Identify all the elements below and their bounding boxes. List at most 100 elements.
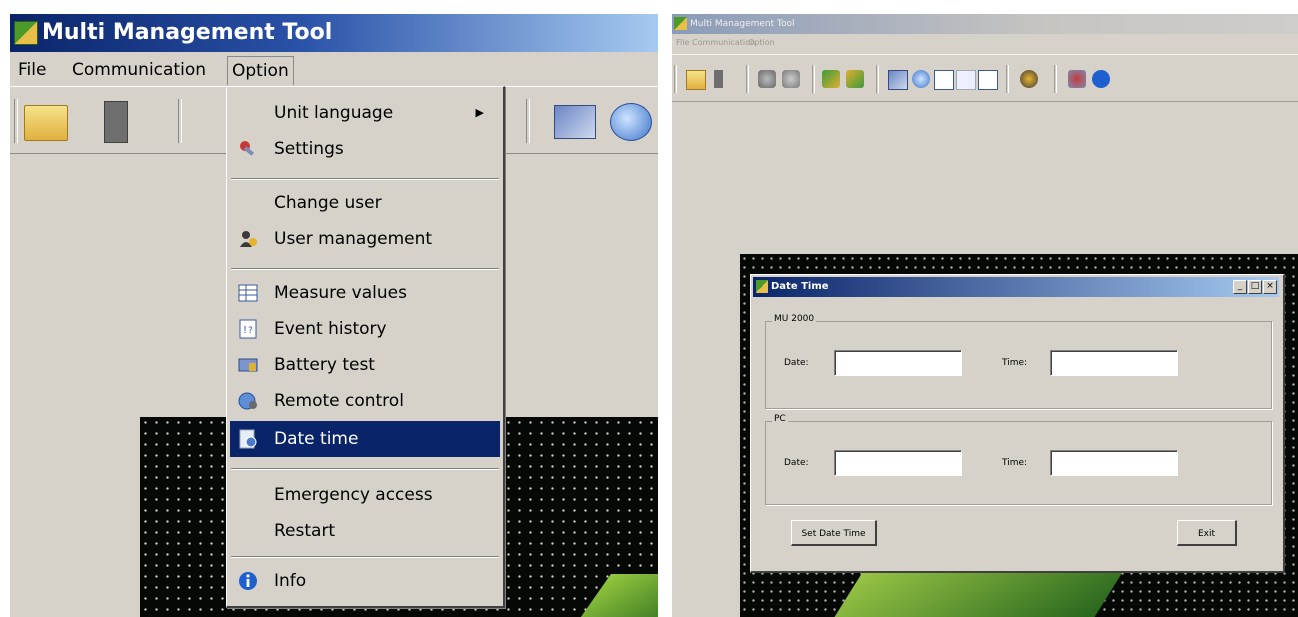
remote-control-icon[interactable]	[610, 103, 652, 141]
menu-item-label: Remote control	[274, 391, 404, 411]
set-date-time-button[interactable]: Set Date Time	[791, 520, 877, 546]
svg-text:?: ?	[248, 326, 253, 336]
download-icon[interactable]	[846, 70, 864, 88]
menu-separator	[231, 178, 499, 180]
battery-test-icon[interactable]	[554, 105, 596, 139]
app-icon	[674, 17, 687, 30]
group-label: MU 2000	[772, 314, 817, 324]
disconnect-icon[interactable]	[782, 70, 800, 88]
right-screenshot: Multi Management Tool File Communication…	[672, 14, 1298, 617]
menu-item-label: Measure values	[274, 283, 407, 303]
exit-door-icon[interactable]	[104, 101, 128, 143]
battery-test-icon	[238, 358, 258, 372]
remote-control-icon	[238, 392, 257, 410]
date-label: Date:	[784, 358, 809, 368]
group-label: PC	[772, 414, 788, 424]
event-history-icon[interactable]	[934, 70, 954, 90]
menu-item-label: Change user	[274, 193, 382, 213]
mu2000-time-field[interactable]	[1050, 350, 1178, 376]
menu-communication[interactable]: Communication	[692, 38, 755, 47]
toolbar-separator	[812, 65, 815, 93]
menu-communication[interactable]: Communication	[68, 58, 210, 82]
menu-bar: File Communication Option	[10, 52, 658, 86]
menu-separator	[231, 468, 499, 470]
menu-item-info[interactable]: Info	[230, 563, 500, 599]
menu-bar: File Communication Option	[672, 34, 1298, 52]
toolbar-separator	[746, 65, 749, 93]
date-label: Date:	[784, 458, 809, 468]
title-bar: Multi Management Tool	[10, 14, 658, 52]
measure-values-icon	[238, 284, 258, 302]
pc-time-field[interactable]	[1050, 450, 1178, 476]
window-title: Multi Management Tool	[42, 20, 333, 45]
menu-item-label: Unit language	[274, 103, 394, 123]
toolbar-separator	[1054, 65, 1057, 93]
submenu-arrow-icon: ▶	[475, 106, 484, 119]
minimize-button[interactable]: _	[1233, 280, 1247, 294]
exit-button[interactable]: Exit	[1177, 520, 1237, 546]
menu-item-unit-language[interactable]: Unit language ▶	[230, 95, 500, 131]
date-time-icon[interactable]	[956, 70, 976, 90]
option-dropdown-menu: Unit language ▶ Settings Change user Use…	[226, 86, 505, 608]
event-history-icon: !?	[239, 319, 257, 339]
pc-group: PC Date: Time:	[765, 414, 1272, 505]
date-time-dialog: Date Time _ □ × MU 2000 Date: Time: PC D…	[750, 274, 1285, 573]
toolbar-separator	[526, 99, 530, 143]
menu-item-emergency-access[interactable]: Emergency access	[230, 477, 500, 513]
close-button[interactable]: ×	[1263, 280, 1277, 294]
menu-item-battery-test[interactable]: Battery test	[230, 347, 500, 383]
menu-separator	[231, 268, 499, 270]
mu2000-date-field[interactable]	[834, 350, 962, 376]
upload-icon[interactable]	[822, 70, 840, 88]
menu-item-label: Date time	[274, 429, 359, 449]
menu-item-user-management[interactable]: User management	[230, 221, 500, 257]
user-management-icon[interactable]	[1020, 70, 1038, 88]
menu-item-remote-control[interactable]: Remote control	[230, 383, 500, 419]
time-label: Time:	[1002, 358, 1028, 368]
measure-values-icon[interactable]	[978, 70, 998, 90]
menu-file[interactable]: File	[14, 58, 50, 82]
menu-item-label: Restart	[274, 521, 336, 541]
menu-item-settings[interactable]: Settings	[230, 131, 500, 167]
time-label: Time:	[1002, 458, 1028, 468]
connect-icon[interactable]	[758, 70, 776, 88]
menu-item-label: Settings	[274, 139, 344, 159]
mu2000-group: MU 2000 Date: Time:	[765, 314, 1272, 409]
open-folder-icon[interactable]	[24, 105, 68, 141]
settings-icon	[240, 141, 255, 156]
menu-option[interactable]: Option	[748, 38, 775, 47]
dialog-title-bar: Date Time _ □ ×	[753, 277, 1279, 297]
open-folder-icon[interactable]	[686, 70, 706, 90]
menu-item-label: Event history	[274, 319, 387, 339]
menu-option[interactable]: Option	[227, 56, 294, 85]
menu-item-event-history[interactable]: !? Event history	[230, 311, 500, 347]
menu-separator	[231, 556, 499, 558]
user-management-icon	[240, 231, 257, 247]
info-icon[interactable]	[1092, 70, 1110, 88]
menu-item-date-time[interactable]: Date time	[230, 421, 500, 457]
window-title: Multi Management Tool	[690, 19, 795, 29]
toolbar-separator	[674, 65, 677, 93]
dialog-icon	[756, 280, 768, 293]
info-icon	[239, 572, 257, 590]
menu-file[interactable]: File	[676, 38, 689, 47]
menu-item-measure-values[interactable]: Measure values	[230, 275, 500, 311]
toolbar-separator	[178, 99, 182, 143]
toolbar-separator	[1006, 65, 1009, 93]
menu-item-label: Battery test	[274, 355, 375, 375]
exit-door-icon[interactable]	[714, 70, 723, 88]
toolbar-separator	[876, 65, 879, 93]
toolbar	[672, 54, 1298, 102]
maximize-button[interactable]: □	[1248, 280, 1262, 294]
menu-item-label: User management	[274, 229, 433, 249]
menu-item-label: Emergency access	[274, 485, 433, 505]
remote-control-icon[interactable]	[912, 70, 930, 88]
app-icon	[14, 21, 38, 45]
dialog-title: Date Time	[771, 281, 829, 292]
pc-date-field[interactable]	[834, 450, 962, 476]
menu-item-restart[interactable]: Restart	[230, 513, 500, 549]
toolbar-separator	[14, 99, 18, 143]
settings-icon[interactable]	[1068, 70, 1086, 88]
battery-test-icon[interactable]	[888, 70, 908, 90]
menu-item-change-user[interactable]: Change user	[230, 185, 500, 221]
